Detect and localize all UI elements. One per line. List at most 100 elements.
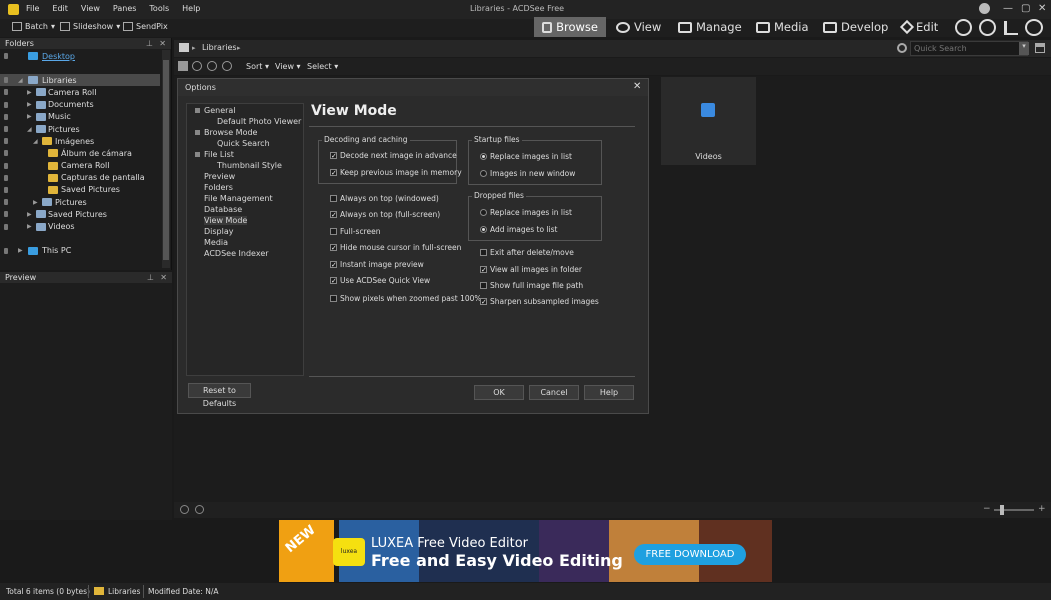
ad-banner[interactable]: NEW luxea LUXEA Free Video Editor Free a…: [279, 520, 772, 582]
keep-previous-checkbox[interactable]: ✓ Keep previous image in memory: [330, 168, 462, 177]
maximize-button[interactable]: ▢: [1021, 3, 1030, 14]
pin-icon[interactable]: ⊥: [147, 272, 154, 283]
pin-icon[interactable]: [4, 53, 8, 60]
collapse-icon[interactable]: [195, 130, 200, 135]
pin-icon[interactable]: [4, 247, 8, 254]
menu-panes[interactable]: Panes: [113, 4, 137, 13]
collapse-icon[interactable]: [195, 108, 200, 113]
tree-item-camera-roll-2[interactable]: Camera Roll: [0, 160, 160, 172]
decode-next-checkbox[interactable]: ✓ Decode next image in advance: [330, 151, 457, 160]
close-button[interactable]: ✕: [1038, 3, 1046, 14]
nav-folders[interactable]: Folders: [204, 183, 233, 192]
show-pixels-checkbox[interactable]: Show pixels when zoomed past 100%: [330, 294, 482, 303]
pin-icon[interactable]: [4, 126, 8, 133]
nav-database[interactable]: Database: [204, 205, 242, 214]
pin-icon[interactable]: [4, 150, 8, 157]
slideshow-button[interactable]: Slideshow ▾: [60, 22, 120, 31]
app-icon[interactable]: [8, 4, 19, 15]
chevron-down-icon[interactable]: ◢: [18, 77, 23, 84]
menu-view[interactable]: View: [81, 4, 100, 13]
batch-button[interactable]: Batch ▾: [12, 22, 55, 31]
rotate-left-icon[interactable]: [180, 505, 189, 514]
nav-thumbnail-style[interactable]: Thumbnail Style: [217, 161, 282, 170]
mode-media[interactable]: Media: [756, 17, 809, 37]
pin-icon[interactable]: [4, 199, 8, 206]
collapse-icon[interactable]: [195, 152, 200, 157]
mode-develop[interactable]: Develop: [823, 17, 888, 37]
nav-display[interactable]: Display: [204, 227, 234, 236]
nav-browse-mode[interactable]: Browse Mode: [204, 128, 257, 137]
quick-view-checkbox[interactable]: ✓ Use ACDSee Quick View: [330, 276, 430, 285]
tree-item-saved-pictures-2[interactable]: ▶ Saved Pictures: [0, 208, 160, 220]
startup-new-window-radio[interactable]: Images in new window: [480, 169, 575, 178]
nav-general[interactable]: General: [204, 106, 236, 115]
pin-icon[interactable]: [4, 77, 8, 84]
up-icon[interactable]: [222, 61, 232, 71]
mode-view[interactable]: View: [616, 17, 661, 37]
cancel-button[interactable]: Cancel: [529, 385, 579, 400]
pin-icon[interactable]: [4, 223, 8, 230]
pin-icon[interactable]: [4, 174, 8, 181]
videos-tile[interactable]: Videos: [661, 77, 756, 165]
mode-browse[interactable]: Browse: [534, 17, 606, 37]
chevron-right-icon[interactable]: ▶: [27, 89, 32, 96]
reset-defaults-button[interactable]: Reset to Defaults: [188, 383, 251, 408]
pin-icon[interactable]: [4, 101, 8, 108]
pin-icon[interactable]: [4, 162, 8, 169]
nav-preview[interactable]: Preview: [204, 172, 235, 181]
quick-search-input[interactable]: [910, 41, 1028, 56]
chevron-right-icon[interactable]: ▸: [237, 44, 241, 52]
nav-acdsee-indexer[interactable]: ACDSee Indexer: [204, 249, 269, 258]
view-all-images-checkbox[interactable]: ✓ View all images in folder: [480, 265, 582, 274]
pin-icon[interactable]: [4, 89, 8, 96]
mode-manage[interactable]: Manage: [678, 17, 742, 37]
tree-item-capturas[interactable]: Capturas de pantalla: [0, 172, 160, 184]
pin-icon[interactable]: [4, 113, 8, 120]
sharpen-subsampled-checkbox[interactable]: ✓ Sharpen subsampled images: [480, 297, 599, 306]
full-screen-checkbox[interactable]: Full-screen: [330, 227, 380, 236]
chevron-right-icon[interactable]: ▶: [27, 113, 32, 120]
zoom-in-icon[interactable]: +: [1038, 504, 1046, 514]
view-menu[interactable]: View ▾: [275, 62, 301, 71]
menu-tools[interactable]: Tools: [149, 4, 169, 13]
tree-item-documents[interactable]: ▶ Documents: [0, 99, 160, 111]
nav-file-list[interactable]: File List: [204, 150, 234, 159]
show-full-path-checkbox[interactable]: Show full image file path: [480, 281, 583, 290]
pin-icon[interactable]: [4, 186, 8, 193]
zoom-out-icon[interactable]: −: [983, 504, 991, 514]
help-button[interactable]: Help: [584, 385, 634, 400]
chevron-down-icon[interactable]: ▾: [1019, 42, 1029, 55]
tree-item-desktop[interactable]: Desktop: [0, 50, 160, 62]
people-icon[interactable]: [955, 19, 972, 36]
ad-download-button[interactable]: FREE DOWNLOAD: [634, 544, 746, 565]
dropped-replace-radio[interactable]: Replace images in list: [480, 208, 572, 217]
pin-icon[interactable]: [4, 138, 8, 145]
tree-item-libraries[interactable]: ◢ Libraries: [0, 74, 160, 87]
nav-default-photo-viewer[interactable]: Default Photo Viewer: [217, 117, 301, 126]
back-icon[interactable]: [192, 61, 202, 71]
chevron-down-icon[interactable]: ◢: [27, 126, 32, 133]
tree-item-pictures-2[interactable]: ▶ Pictures: [0, 196, 160, 208]
tree-item-this-pc[interactable]: ▶ This PC: [0, 245, 160, 257]
tree-item-saved-pictures[interactable]: Saved Pictures: [0, 184, 160, 196]
close-icon[interactable]: ✕: [159, 38, 166, 49]
hide-cursor-checkbox[interactable]: ✓ Hide mouse cursor in full-screen: [330, 243, 461, 252]
chevron-right-icon[interactable]: ▶: [27, 223, 32, 230]
mode-edit[interactable]: Edit: [899, 17, 938, 37]
menu-edit[interactable]: Edit: [52, 4, 68, 13]
scrollbar-thumb[interactable]: [163, 60, 169, 260]
folders-scrollbar[interactable]: [162, 50, 170, 268]
notifications-icon[interactable]: [1025, 19, 1043, 36]
menu-file[interactable]: File: [26, 4, 39, 13]
chevron-right-icon[interactable]: ▶: [18, 247, 23, 254]
dashboard-icon[interactable]: [1004, 21, 1018, 35]
instant-preview-checkbox[interactable]: ✓ Instant image preview: [330, 260, 424, 269]
home-icon[interactable]: [178, 61, 188, 71]
pin-icon[interactable]: ⊥: [146, 38, 153, 49]
chevron-right-icon[interactable]: ▶: [33, 199, 38, 206]
tree-item-album[interactable]: Álbum de cámara: [0, 147, 160, 159]
tree-item-camera-roll[interactable]: ▶ Camera Roll: [0, 86, 160, 98]
menu-help[interactable]: Help: [182, 4, 200, 13]
close-icon[interactable]: ✕: [160, 272, 167, 283]
refresh-icon[interactable]: [897, 43, 907, 53]
